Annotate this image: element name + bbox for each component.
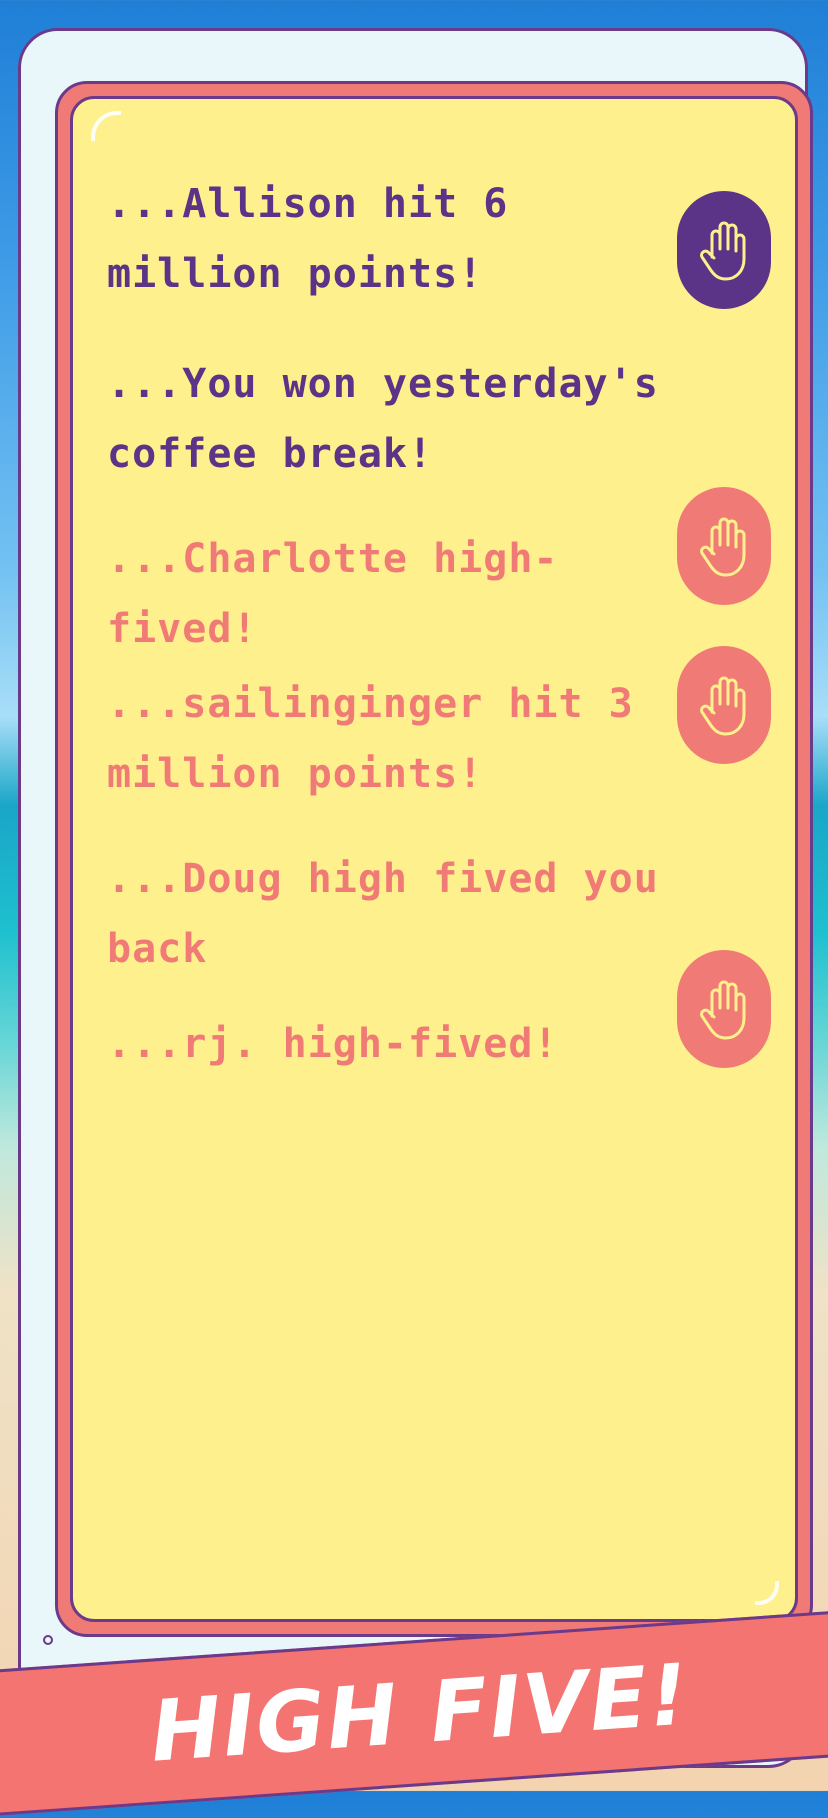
screen: ...Allison hit 6 million points! ...You … [55,81,813,1637]
hand-icon [700,221,746,281]
high-five-button[interactable] [677,191,771,309]
phone-frame: ...Allison hit 6 million points! ...You … [18,28,813,1768]
feed-item: ...You won yesterday's coffee break! [107,361,659,477]
high-five-button[interactable] [677,487,771,605]
feed-panel: ...Allison hit 6 million points! ...You … [70,96,798,1622]
hand-icon [700,980,746,1040]
high-five-button[interactable] [677,950,771,1068]
frame-dot [43,1635,53,1645]
feed-item: ...Charlotte high-fived! [107,536,559,652]
hand-icon [700,517,746,577]
high-five-button[interactable] [677,646,771,764]
hand-icon [700,676,746,736]
feed-item: ...Allison hit 6 million points! [107,181,509,297]
activity-feed: ...Allison hit 6 million points! ...You … [73,99,795,1619]
banner-title: HIGH FIVE! [147,1645,693,1781]
feed-item: ...Doug high fived you back [107,856,659,972]
feed-item: ...rj. high-fived! [107,1021,559,1067]
feed-item: ...sailinginger hit 3 million points! [107,681,634,797]
